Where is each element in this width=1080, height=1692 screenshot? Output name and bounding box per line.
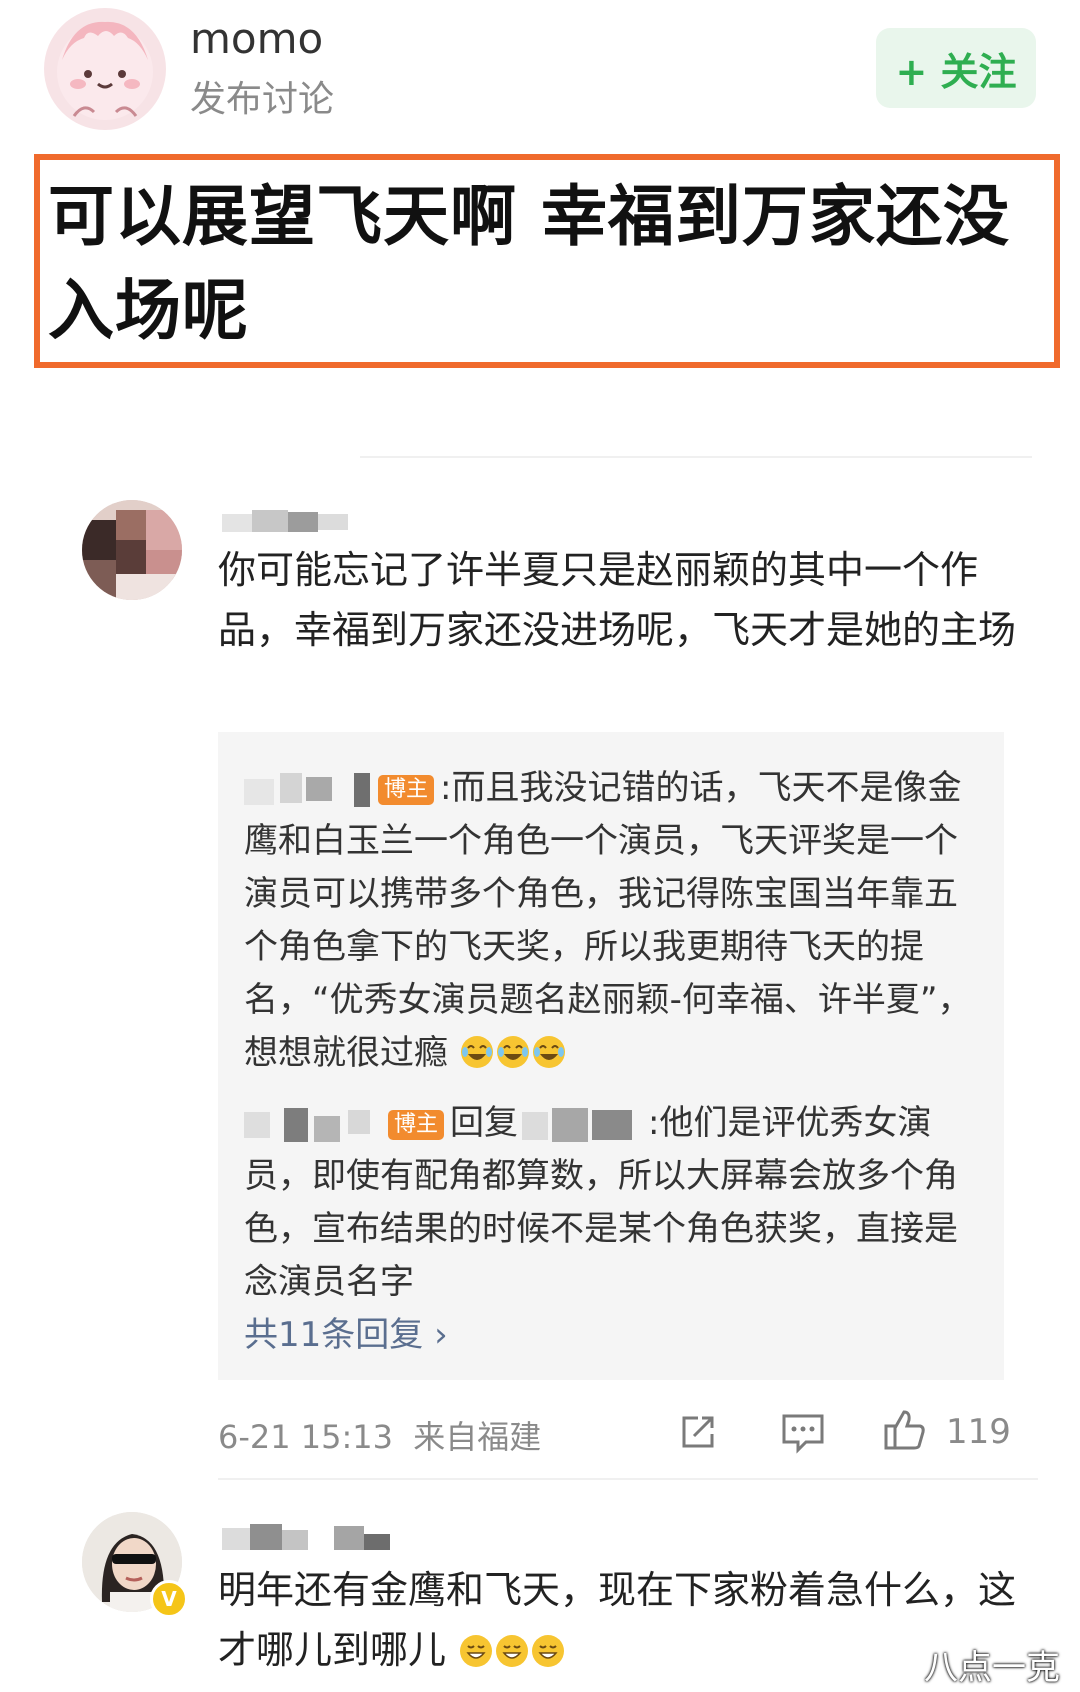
divider xyxy=(360,456,1032,458)
more-replies-link[interactable]: 共11条回复 › xyxy=(244,1307,448,1356)
verified-badge-icon: V xyxy=(150,1580,188,1618)
comment-text-body: 明年还有金鹰和飞天，现在下家粉着急什么，这才哪儿到哪儿 xyxy=(218,1568,1017,1672)
post-headline: 可以展望飞天啊 幸福到万家还没入场呢 xyxy=(48,178,1010,349)
commenter-name-redacted[interactable] xyxy=(222,510,366,536)
grin-emoji xyxy=(446,1628,566,1672)
commenter-avatar[interactable] xyxy=(82,500,182,600)
reply-author-redacted[interactable] xyxy=(244,1107,384,1142)
comment-meta: 6-21 15:13 来自福建 xyxy=(218,1412,541,1458)
reply-item: 博主:而且我没记错的话，飞天不是像金鹰和白玉兰一个角色一个演员，飞天评奖是一个演… xyxy=(244,762,984,1080)
avatar-cartoon-icon xyxy=(57,21,153,120)
reply-text: :而且我没记错的话，飞天不是像金鹰和白玉兰一个角色一个演员，飞天评奖是一个演员可… xyxy=(244,768,972,1073)
author-avatar[interactable] xyxy=(44,8,166,130)
laughing-tears-emoji xyxy=(448,1033,567,1073)
blogger-badge: 博主 xyxy=(388,1109,445,1140)
author-subtitle: 发布讨论 xyxy=(190,79,335,120)
author-name[interactable]: momo xyxy=(190,14,323,63)
pixelated-avatar-icon xyxy=(82,500,182,600)
divider xyxy=(218,1478,1038,1480)
reply-author-redacted[interactable] xyxy=(244,772,374,807)
reply-target-redacted[interactable] xyxy=(518,1107,648,1142)
watermark: 八点一克 xyxy=(924,1648,1060,1688)
comment-location: 来自福建 xyxy=(413,1418,542,1456)
reply-thread[interactable]: 博主:而且我没记错的话，飞天不是像金鹰和白玉兰一个角色一个演员，飞天评奖是一个演… xyxy=(218,732,1004,1380)
reply-item: 博主 回复 :他们是评优秀女演员，即使有配角都算数，所以大屏幕会放多个角色，宣布结… xyxy=(244,1097,984,1309)
comment-text: 明年还有金鹰和飞天，现在下家粉着急什么，这才哪儿到哪儿 xyxy=(218,1560,1018,1680)
like-count: 119 xyxy=(946,1412,1011,1452)
share-icon[interactable] xyxy=(678,1412,720,1452)
comment-text: 你可能忘记了许半夏只是赵丽颖的其中一个作品，幸福到万家还没进场呢，飞天才是她的主… xyxy=(218,548,1017,652)
comment-icon[interactable] xyxy=(780,1412,826,1454)
commenter-name-redacted[interactable] xyxy=(222,1524,412,1552)
comment-time: 6-21 15:13 xyxy=(218,1418,394,1456)
reply-word: 回复 xyxy=(450,1103,519,1143)
like-thumb-icon[interactable] xyxy=(882,1406,928,1452)
blogger-badge: 博主 xyxy=(378,774,435,805)
follow-button[interactable]: + 关注 xyxy=(876,28,1036,108)
